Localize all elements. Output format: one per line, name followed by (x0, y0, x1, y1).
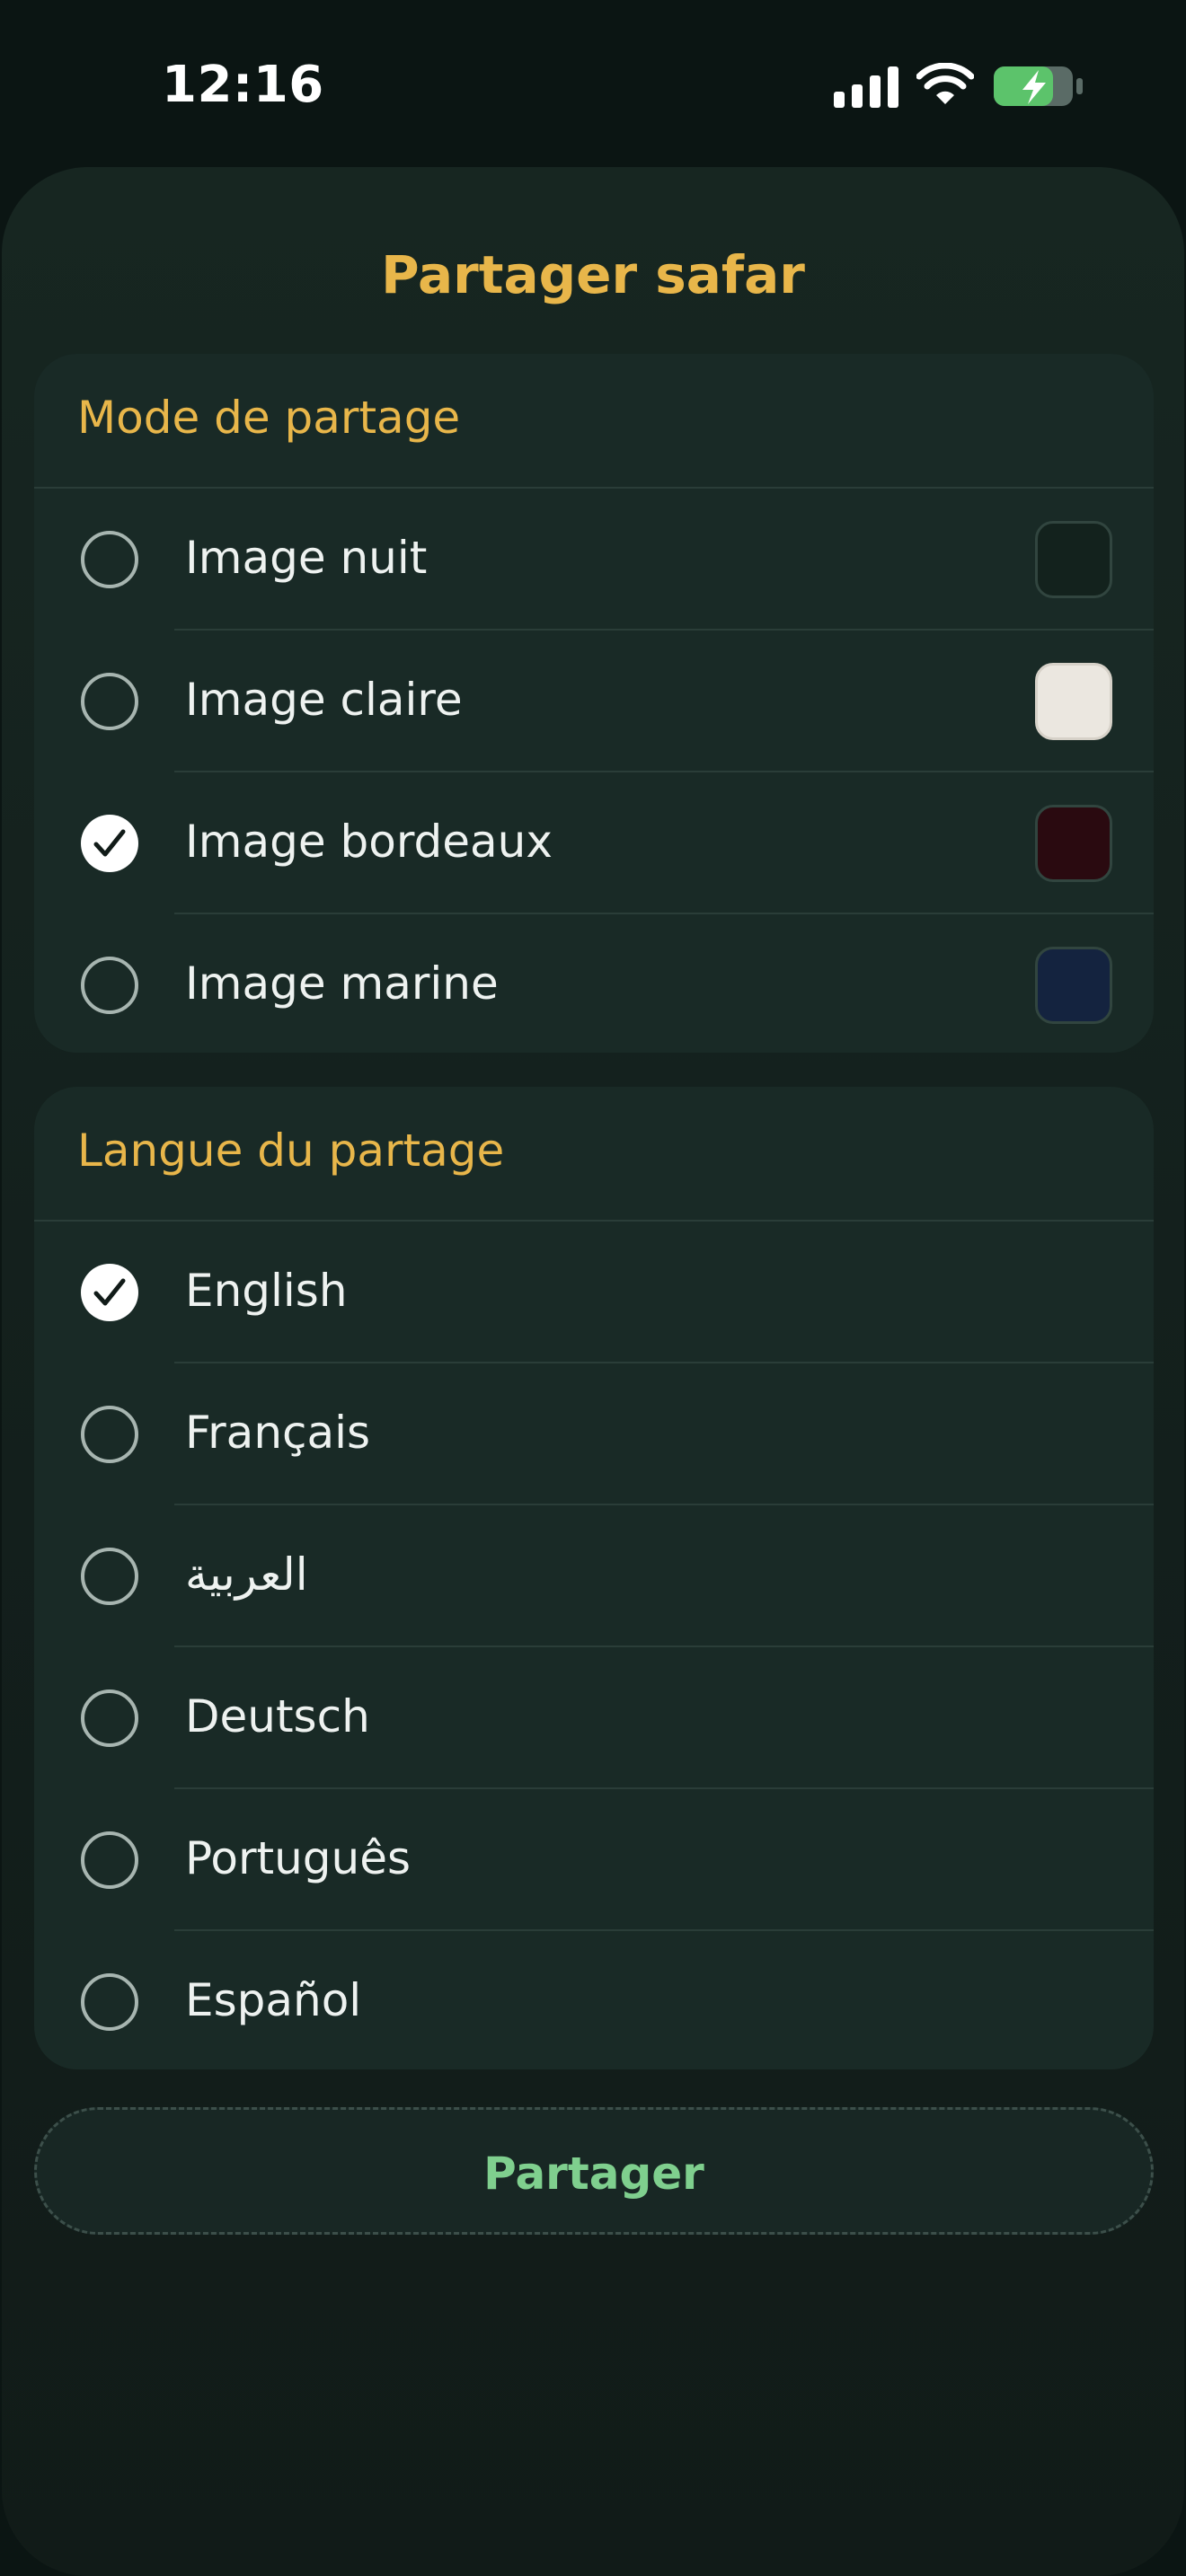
share-mode-option-label: Image nuit (185, 532, 428, 584)
language-option-label: Español (185, 1974, 362, 2026)
checkmark-icon (93, 1278, 126, 1306)
wifi-icon (916, 63, 974, 104)
share-language-header: Langue du partage (34, 1087, 1154, 1222)
radio-checked-icon[interactable] (81, 1264, 138, 1321)
share-sheet: Partager safar Mode de partage Image nui… (2, 167, 1184, 2576)
status-time: 12:16 (162, 56, 324, 114)
language-option-spanish[interactable]: Español (34, 1931, 1154, 2069)
radio-unchecked-icon[interactable] (81, 1973, 138, 2031)
share-mode-option-night[interactable]: Image nuit (34, 489, 1154, 631)
share-button-label: Partager (483, 2148, 704, 2200)
share-mode-option-label: Image claire (185, 674, 463, 726)
share-button[interactable]: Partager (34, 2107, 1154, 2235)
language-option-french[interactable]: Français (34, 1363, 1154, 1505)
language-option-arabic[interactable]: العربية (34, 1505, 1154, 1647)
color-swatch-marine (1035, 947, 1112, 1024)
share-mode-group: Mode de partage Image nuit Image claire … (34, 354, 1154, 1053)
radio-unchecked-icon[interactable] (81, 1831, 138, 1889)
radio-unchecked-icon[interactable] (81, 531, 138, 588)
language-option-label: العربية (185, 1548, 308, 1601)
share-mode-option-label: Image bordeaux (185, 816, 553, 868)
share-mode-option-bordeaux[interactable]: Image bordeaux (34, 772, 1154, 914)
radio-unchecked-icon[interactable] (81, 673, 138, 730)
radio-checked-icon[interactable] (81, 815, 138, 872)
color-swatch-bordeaux (1035, 805, 1112, 882)
language-option-label: English (185, 1265, 348, 1317)
radio-unchecked-icon[interactable] (81, 1406, 138, 1463)
share-mode-option-marine[interactable]: Image marine (34, 914, 1154, 1053)
language-option-portuguese[interactable]: Português (34, 1789, 1154, 1931)
language-option-label: Français (185, 1407, 371, 1459)
color-swatch-light (1035, 663, 1112, 740)
share-language-group: Langue du partage English Français العرب… (34, 1087, 1154, 2069)
language-option-english[interactable]: English (34, 1222, 1154, 1363)
sheet-title: Partager safar (381, 244, 805, 305)
language-option-label: Deutsch (185, 1690, 370, 1742)
radio-unchecked-icon[interactable] (81, 1548, 138, 1605)
share-mode-option-label: Image marine (185, 957, 499, 1010)
language-option-label: Português (185, 1832, 412, 1884)
battery-charging-icon (994, 66, 1083, 106)
radio-unchecked-icon[interactable] (81, 1689, 138, 1747)
share-mode-header: Mode de partage (34, 354, 1154, 489)
checkmark-icon (93, 829, 126, 857)
share-language-header-label: Langue du partage (77, 1125, 505, 1177)
cellular-signal-icon (834, 66, 898, 108)
radio-unchecked-icon[interactable] (81, 957, 138, 1014)
share-mode-header-label: Mode de partage (77, 392, 461, 444)
share-mode-option-light[interactable]: Image claire (34, 631, 1154, 772)
language-option-german[interactable]: Deutsch (34, 1647, 1154, 1789)
color-swatch-night (1035, 521, 1112, 598)
status-bar: 12:16 (0, 0, 1186, 167)
